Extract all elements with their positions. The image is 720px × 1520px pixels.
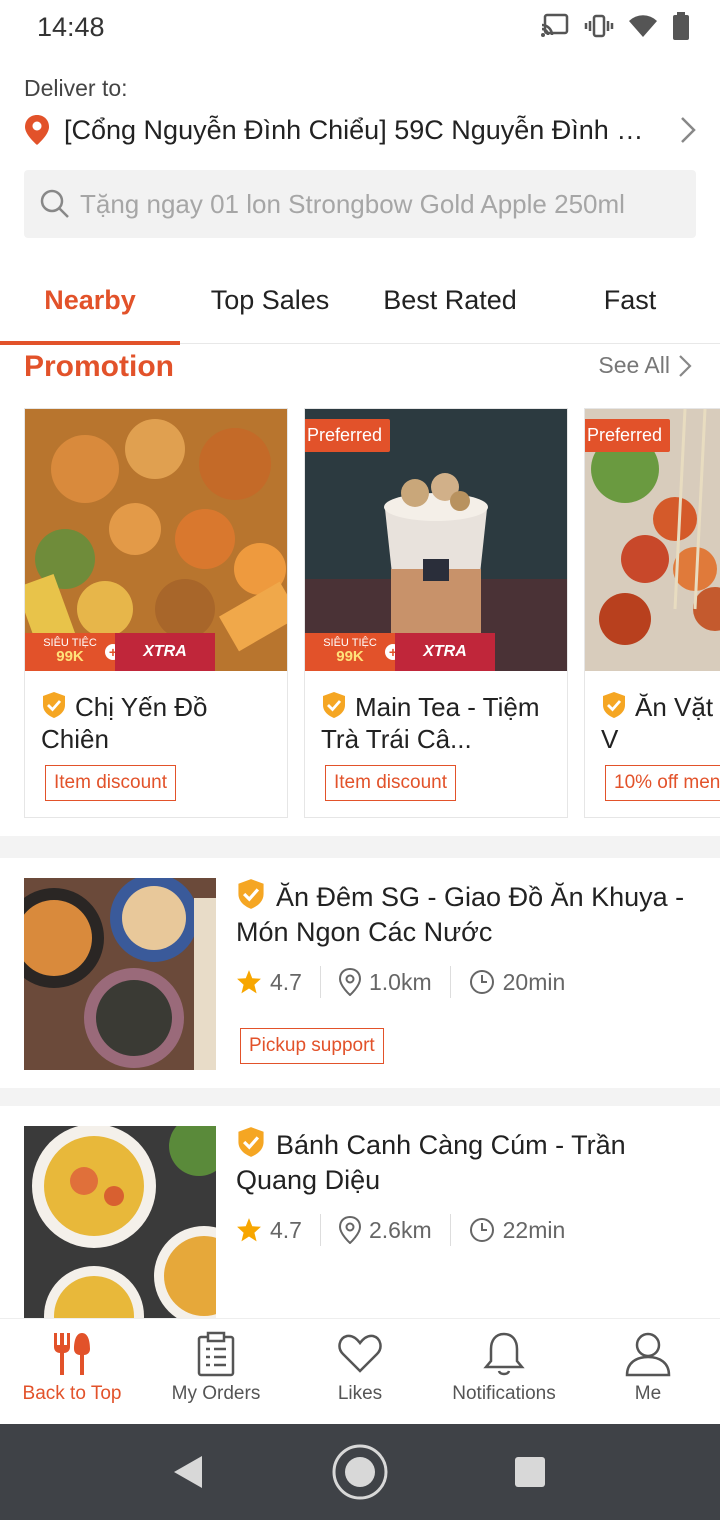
back-triangle-icon[interactable] <box>172 1454 204 1490</box>
star-icon <box>237 1218 261 1242</box>
rating-value: 4.7 <box>270 1216 302 1243</box>
freeship-xtra-badge: XTRA <box>115 633 215 671</box>
verified-shield-icon <box>323 692 345 718</box>
distance-value: 2.6km <box>368 1216 432 1243</box>
food-image: Preferred SIÊU TIỆC 99K + XTRA <box>305 409 567 671</box>
tab-fast[interactable]: Fast <box>540 262 720 343</box>
see-all-link[interactable]: See All <box>598 352 692 379</box>
deliver-label: Deliver to: <box>24 75 128 101</box>
chevron-right-icon <box>681 117 696 143</box>
promo-card[interactable]: SIÊU TIỆC 99K + XTRA Chị Yến Đồ Chiên Ite… <box>24 408 288 818</box>
promo-tag: Item discount <box>45 765 176 801</box>
search-bar[interactable] <box>24 170 696 238</box>
see-all-label: See All <box>598 352 670 378</box>
freeship-xtra-badge: XTRA <box>395 633 495 671</box>
nav-label: Likes <box>337 1383 383 1404</box>
status-time: 14:48 <box>37 12 105 42</box>
delivery-address: [Cổng Nguyễn Đình Chiểu] 59C Nguyễn Đình… <box>64 114 654 145</box>
banner-price: 99K <box>56 648 84 665</box>
promotion-header: Promotion See All <box>24 348 700 392</box>
search-input[interactable] <box>80 188 680 220</box>
star-icon <box>237 970 261 994</box>
battery-icon <box>673 12 689 40</box>
meta-separator <box>449 966 451 998</box>
rating-value: 4.7 <box>270 968 302 995</box>
food-image: Preferred <box>585 409 720 671</box>
nav-likes[interactable]: Likes <box>288 1319 432 1424</box>
category-tabs: Nearby Top Sales Best Rated Fast <box>0 262 720 345</box>
home-circle-icon[interactable] <box>330 1442 390 1502</box>
restaurant-image <box>24 1126 216 1318</box>
clock-icon <box>469 970 494 994</box>
address-selector[interactable]: [Cổng Nguyễn Đình Chiểu] 59C Nguyễn Đình… <box>24 110 700 150</box>
restaurant-name: Ăn Đêm SG - Giao Đồ Ăn Khuya - Món Ngon … <box>236 878 706 950</box>
search-icon <box>40 189 69 218</box>
restaurant-name: Bánh Canh Càng Cúm - Trần Quang Diệu <box>236 1126 706 1198</box>
promotion-carousel[interactable]: SIÊU TIỆC 99K + XTRA Chị Yến Đồ Chiên Ite… <box>24 408 720 818</box>
delivery-time-value: 22min <box>502 1216 566 1243</box>
promo-card[interactable]: Preferred SIÊU TIỆC 99K + XTRA Main Tea -… <box>304 408 568 818</box>
promo-restaurant-name: Chị Yến Đồ Chiên <box>41 692 208 754</box>
person-icon <box>625 1332 671 1377</box>
promo-tag: 10% off men <box>605 765 720 801</box>
fork-knife-icon <box>54 1333 90 1375</box>
recents-square-icon[interactable] <box>514 1456 546 1488</box>
nav-label: Me <box>634 1383 662 1404</box>
promo-restaurant-name: Ăn Vặt Miu - Cá V <box>601 692 720 754</box>
section-divider <box>0 1088 720 1106</box>
nav-my-orders[interactable]: My Orders <box>144 1319 288 1424</box>
tab-best-rated[interactable]: Best Rated <box>360 262 540 343</box>
verified-shield-icon <box>238 1127 264 1157</box>
status-bar: 14:48 <box>0 0 720 56</box>
nav-back-to-top[interactable]: Back to Top <box>0 1319 144 1424</box>
clipboard-icon <box>197 1331 235 1377</box>
restaurant-meta: 4.7 1.0km 20min <box>236 964 565 1000</box>
verified-shield-icon <box>43 692 65 718</box>
promo-tag: Item discount <box>325 765 456 801</box>
promotion-title: Promotion <box>24 350 174 383</box>
nav-label: Notifications <box>452 1383 556 1404</box>
system-navigation-bar <box>0 1424 720 1520</box>
verified-shield-icon <box>603 692 625 718</box>
restaurant-image <box>24 878 216 1070</box>
promo-restaurant-name: Main Tea - Tiệm Trà Trái Câ... <box>321 692 540 754</box>
location-icon <box>338 1216 361 1244</box>
restaurant-meta: 4.7 2.6km 22min <box>236 1212 565 1248</box>
restaurant-list-item[interactable]: Ăn Đêm SG - Giao Đồ Ăn Khuya - Món Ngon … <box>0 878 720 1074</box>
vibrate-icon <box>584 14 614 38</box>
tab-top-sales[interactable]: Top Sales <box>180 262 360 343</box>
restaurant-list-item[interactable]: Bánh Canh Càng Cúm - Trần Quang Diệu 4.7… <box>0 1126 720 1322</box>
food-image: SIÊU TIỆC 99K + XTRA <box>25 409 287 671</box>
nav-label: My Orders <box>171 1383 261 1404</box>
clock-icon <box>469 1218 494 1242</box>
section-divider <box>0 836 720 858</box>
meta-separator <box>319 966 321 998</box>
chevron-right-icon <box>679 354 692 377</box>
nav-label: Back to Top <box>22 1383 122 1404</box>
location-icon <box>338 968 361 996</box>
status-icons <box>540 12 690 40</box>
meta-separator <box>449 1214 451 1246</box>
wifi-icon <box>629 15 657 37</box>
promo-banner: SIÊU TIỆC 99K + XTRA <box>25 633 215 671</box>
promo-card[interactable]: Preferred Ăn Vặt Miu - Cá V 10% off men <box>584 408 720 818</box>
location-pin-icon <box>25 115 49 145</box>
preferred-badge: Preferred <box>305 419 391 452</box>
delivery-time-value: 20min <box>502 968 566 995</box>
nav-me[interactable]: Me <box>576 1319 720 1424</box>
heart-icon <box>338 1334 382 1373</box>
preferred-badge: Preferred <box>585 419 671 452</box>
promo-banner: SIÊU TIỆC 99K + XTRA <box>305 633 495 671</box>
bell-icon <box>483 1332 525 1376</box>
bottom-navigation: Back to Top My Orders Likes Notification… <box>0 1318 720 1424</box>
nav-notifications[interactable]: Notifications <box>432 1319 576 1424</box>
restaurant-tag: Pickup support <box>240 1028 384 1064</box>
cast-icon <box>541 13 569 37</box>
banner-price: 99K <box>336 648 364 665</box>
verified-shield-icon <box>238 879 264 909</box>
meta-separator <box>319 1214 321 1246</box>
distance-value: 1.0km <box>368 968 432 995</box>
tab-nearby[interactable]: Nearby <box>0 262 180 345</box>
